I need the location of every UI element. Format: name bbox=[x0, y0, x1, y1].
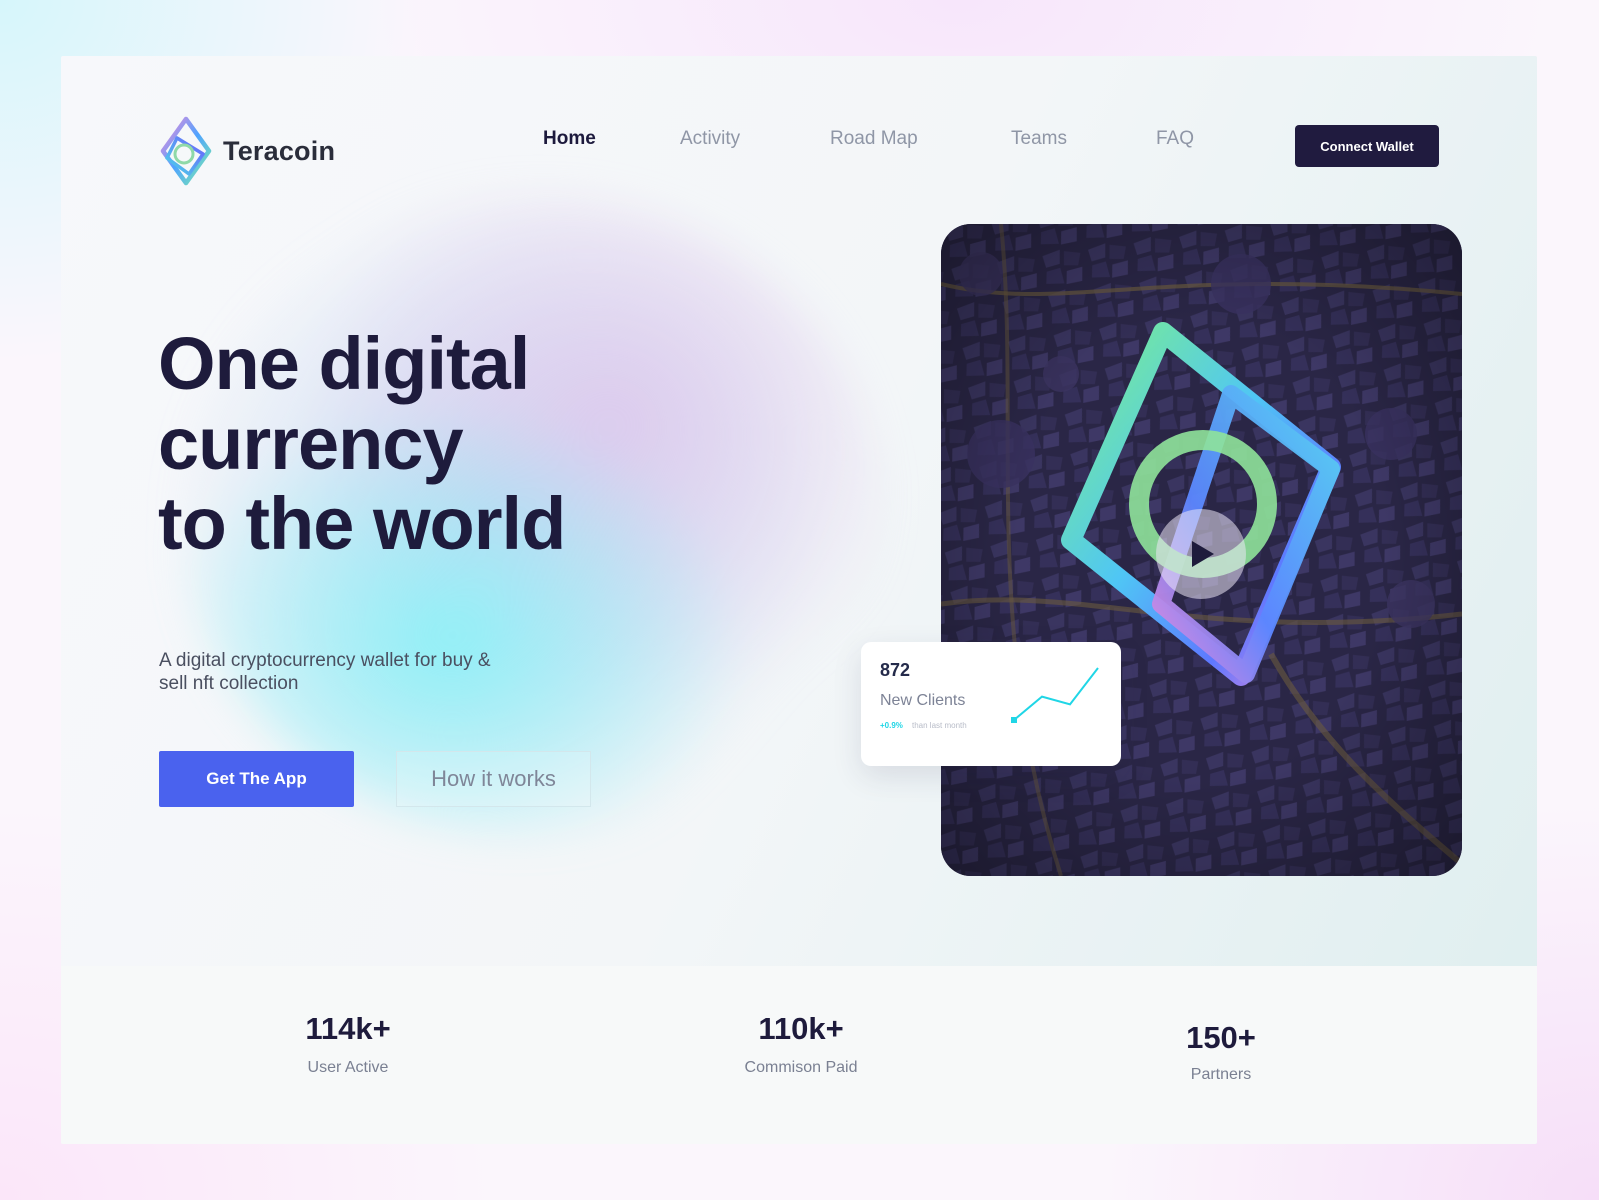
trend-sparkline bbox=[1011, 667, 1099, 723]
stat-label: Partners bbox=[1190, 1066, 1252, 1083]
trend-line bbox=[1013, 667, 1099, 721]
stat-label: Commison Paid bbox=[744, 1059, 858, 1076]
new-clients-card: 872 New Clients +0.9% than last month bbox=[861, 642, 1121, 766]
new-clients-label: New Clients bbox=[880, 692, 966, 709]
stat-value: 114k+ bbox=[305, 1011, 391, 1046]
get-app-button[interactable]: Get The App bbox=[159, 751, 354, 807]
nav-teams[interactable]: Teams bbox=[1011, 128, 1067, 150]
play-button[interactable] bbox=[1156, 509, 1246, 599]
headline-line: currency bbox=[158, 402, 464, 485]
hero-headline: One digital currency to the world bbox=[158, 322, 566, 565]
nav-faq[interactable]: FAQ bbox=[1156, 128, 1194, 150]
stat-value: 150+ bbox=[1186, 1020, 1256, 1055]
new-clients-value: 872 bbox=[880, 660, 911, 680]
play-icon bbox=[1192, 541, 1214, 567]
stat-commission-paid: 110k+ Commison Paid bbox=[736, 1011, 866, 1077]
new-clients-note: than last month bbox=[912, 721, 967, 730]
trend-start-point bbox=[1011, 717, 1017, 723]
how-it-works-button[interactable]: How it works bbox=[396, 751, 591, 807]
hero-video-panel[interactable] bbox=[941, 224, 1462, 876]
stat-partners: 150+ Partners bbox=[1181, 1020, 1261, 1084]
hero-subtitle: A digital cryptocurrency wallet for buy … bbox=[159, 650, 491, 694]
landing-page: Teracoin Home Activity Road Map Teams FA… bbox=[61, 56, 1537, 1144]
nav-home[interactable]: Home bbox=[543, 128, 596, 150]
nav-activity[interactable]: Activity bbox=[680, 128, 740, 150]
connect-wallet-button[interactable]: Connect Wallet bbox=[1295, 125, 1439, 167]
stat-user-active: 114k+ User Active bbox=[303, 1011, 393, 1077]
headline-line: to the world bbox=[158, 482, 566, 565]
headline-line: One digital bbox=[158, 322, 530, 405]
nav-road-map[interactable]: Road Map bbox=[830, 128, 918, 150]
stats-strip: 114k+ User Active 110k+ Commison Paid 15… bbox=[61, 966, 1537, 1144]
stat-label: User Active bbox=[307, 1059, 389, 1076]
new-clients-change: +0.9% bbox=[880, 721, 903, 730]
stat-value: 110k+ bbox=[758, 1011, 844, 1046]
